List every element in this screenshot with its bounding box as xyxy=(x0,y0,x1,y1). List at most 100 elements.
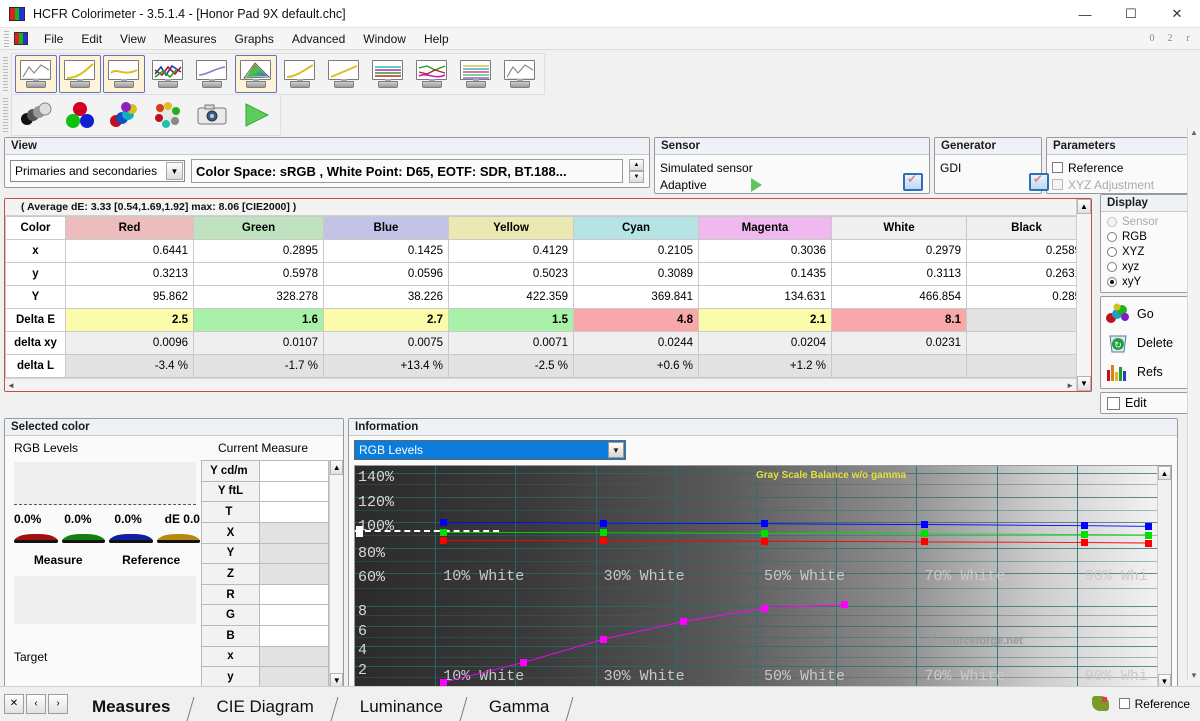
chart-marker-green[interactable] xyxy=(760,529,768,537)
primaries-icon[interactable] xyxy=(59,96,101,134)
chart-marker-blue[interactable] xyxy=(760,520,768,528)
cell-y-white[interactable]: 466.854 xyxy=(831,285,967,309)
column-header-cyan[interactable]: Cyan xyxy=(573,216,699,240)
tb-gamma-icon[interactable] xyxy=(103,55,145,93)
minimize-button[interactable]: — xyxy=(1062,0,1108,28)
mdi-close-button[interactable]: r xyxy=(1180,31,1196,47)
column-header-yellow[interactable]: Yellow xyxy=(448,216,574,240)
graph-select-combo[interactable]: RGB Levels ▼ xyxy=(354,440,626,460)
status-notify-icon[interactable] xyxy=(1091,696,1109,711)
saturations-icon[interactable] xyxy=(103,96,145,134)
chart-marker-red[interactable] xyxy=(1145,539,1153,547)
measures-vscrollbar[interactable]: ▲ ▼ xyxy=(1076,199,1091,391)
tb-gamma2-icon[interactable] xyxy=(279,55,321,93)
cell-delta-xy-red[interactable]: 0.0096 xyxy=(65,331,194,355)
radio-xyz[interactable] xyxy=(1107,246,1117,257)
column-header-blue[interactable]: Blue xyxy=(323,216,449,240)
chart-marker-blue[interactable] xyxy=(920,521,928,529)
vscroll-track[interactable] xyxy=(1077,214,1091,376)
chart-vscrollbar[interactable]: ▲ ▼ xyxy=(1157,466,1171,688)
tb-multi-icon[interactable] xyxy=(455,55,497,93)
chevron-down-icon[interactable]: ▼ xyxy=(166,162,183,180)
measure-value[interactable] xyxy=(259,460,330,482)
cell-delta-xy-cyan[interactable]: 0.0244 xyxy=(573,331,699,355)
generator-config-icon[interactable] xyxy=(1029,172,1049,191)
cell-delta-xy-black[interactable] xyxy=(966,331,1087,355)
column-header-black[interactable]: Black xyxy=(966,216,1087,240)
rgb-levels-chart[interactable]: 140% 120% 100% 80% 60% 8 6 4 2 10% White 10% White… xyxy=(355,466,1157,688)
chart-marker-green[interactable] xyxy=(1081,531,1089,539)
cell-delta-l-cyan[interactable]: +0.6 % xyxy=(573,354,699,378)
measure-value[interactable] xyxy=(259,625,330,647)
cell-delta-xy-yellow[interactable]: 0.0071 xyxy=(448,331,574,355)
cell-delta-l-red[interactable]: -3.4 % xyxy=(65,354,194,378)
cell-x-blue[interactable]: 0.1425 xyxy=(323,239,449,263)
cell-delta-xy-magenta[interactable]: 0.0204 xyxy=(698,331,832,355)
measure-value[interactable] xyxy=(259,583,330,606)
cell-x-black[interactable]: 0.2589 xyxy=(966,239,1087,263)
cell-delta-xy-blue[interactable]: 0.0075 xyxy=(323,331,449,355)
cell-delta-l-blue[interactable]: +13.4 % xyxy=(323,354,449,378)
cell-delta-l-magenta[interactable]: +1.2 % xyxy=(698,354,832,378)
menu-item-edit[interactable]: Edit xyxy=(72,30,111,48)
menu-item-view[interactable]: View xyxy=(111,30,155,48)
view-mode-combo[interactable]: Primaries and secondaries ▼ xyxy=(10,160,185,182)
chevron-down-icon-graph[interactable]: ▼ xyxy=(608,442,624,458)
run-icon[interactable] xyxy=(235,96,277,134)
column-header-magenta[interactable]: Magenta xyxy=(698,216,832,240)
cell-y-yellow[interactable]: 422.359 xyxy=(448,285,574,309)
cell-y-black[interactable]: 0.285 xyxy=(966,285,1087,309)
cell-x-white[interactable]: 0.2979 xyxy=(831,239,967,263)
radio-xyy[interactable] xyxy=(1107,276,1117,287)
cell-y-blue[interactable]: 0.0596 xyxy=(323,262,449,286)
cell-delta-e-magenta[interactable]: 2.1 xyxy=(698,308,832,332)
chart-marker-red[interactable] xyxy=(920,538,928,546)
tab-next-button[interactable]: › xyxy=(48,693,68,714)
toolbar-grip-handle-2[interactable] xyxy=(3,98,8,132)
chart-marker-green[interactable] xyxy=(1145,531,1153,539)
camera-icon[interactable] xyxy=(191,96,233,134)
column-header-white[interactable]: White xyxy=(831,216,967,240)
workspace-scroll-down-icon[interactable]: ▼ xyxy=(1190,671,1198,680)
tab-gamma[interactable]: Gamma xyxy=(473,694,565,721)
cell-delta-e-blue[interactable]: 2.7 xyxy=(323,308,449,332)
radio-xyz[interactable] xyxy=(1107,261,1117,272)
tab-luminance[interactable]: Luminance xyxy=(344,694,459,721)
colorchecker-icon[interactable] xyxy=(147,96,189,134)
vscroll-down-icon[interactable]: ▼ xyxy=(1077,376,1091,391)
spin-up-icon[interactable]: ▲ xyxy=(629,159,644,171)
hscroll-right-icon[interactable]: ► xyxy=(1066,381,1074,390)
cell-delta-xy-white[interactable]: 0.0231 xyxy=(831,331,967,355)
cell-y-cyan[interactable]: 0.3089 xyxy=(573,262,699,286)
color-space-spinner[interactable]: ▲ ▼ xyxy=(629,159,644,183)
chart-marker-blue[interactable] xyxy=(1145,522,1153,530)
reference-checkbox[interactable] xyxy=(1052,162,1063,173)
chart-marker-delta-e[interactable] xyxy=(600,635,608,643)
chart-marker-delta-e[interactable] xyxy=(840,601,848,609)
maximize-button[interactable]: ☐ xyxy=(1108,0,1154,28)
display-option-rgb[interactable]: RGB xyxy=(1101,229,1195,244)
menu-item-window[interactable]: Window xyxy=(354,30,415,48)
sensor-run-icon[interactable] xyxy=(750,177,762,192)
cell-delta-l-yellow[interactable]: -2.5 % xyxy=(448,354,574,378)
toolbar-grip-handle[interactable] xyxy=(3,57,8,91)
vscroll-up-icon[interactable]: ▲ xyxy=(1077,199,1091,214)
cell-delta-e-green[interactable]: 1.6 xyxy=(193,308,324,332)
chart-marker-green[interactable] xyxy=(439,529,447,537)
cell-y-green[interactable]: 0.5978 xyxy=(193,262,324,286)
cell-x-red[interactable]: 0.6441 xyxy=(65,239,194,263)
tab-prev-button[interactable]: ‹ xyxy=(26,693,46,714)
cell-y-blue[interactable]: 38.226 xyxy=(323,285,449,309)
measure-value[interactable] xyxy=(259,645,330,668)
cm-scroll-track[interactable] xyxy=(330,475,343,673)
chart-marker-delta-e[interactable] xyxy=(519,658,527,666)
cell-x-magenta[interactable]: 0.3036 xyxy=(698,239,832,263)
display-option-xyz[interactable]: XYZ xyxy=(1101,244,1195,259)
display-option-xyy[interactable]: xyY xyxy=(1101,274,1195,289)
chart-marker-green[interactable] xyxy=(600,529,608,537)
tb-linear-icon[interactable] xyxy=(323,55,365,93)
chart-marker-red[interactable] xyxy=(439,536,447,544)
greyscale-icon[interactable] xyxy=(15,96,57,134)
measure-value[interactable] xyxy=(259,563,330,585)
cell-y-black[interactable]: 0.2631 xyxy=(966,262,1087,286)
